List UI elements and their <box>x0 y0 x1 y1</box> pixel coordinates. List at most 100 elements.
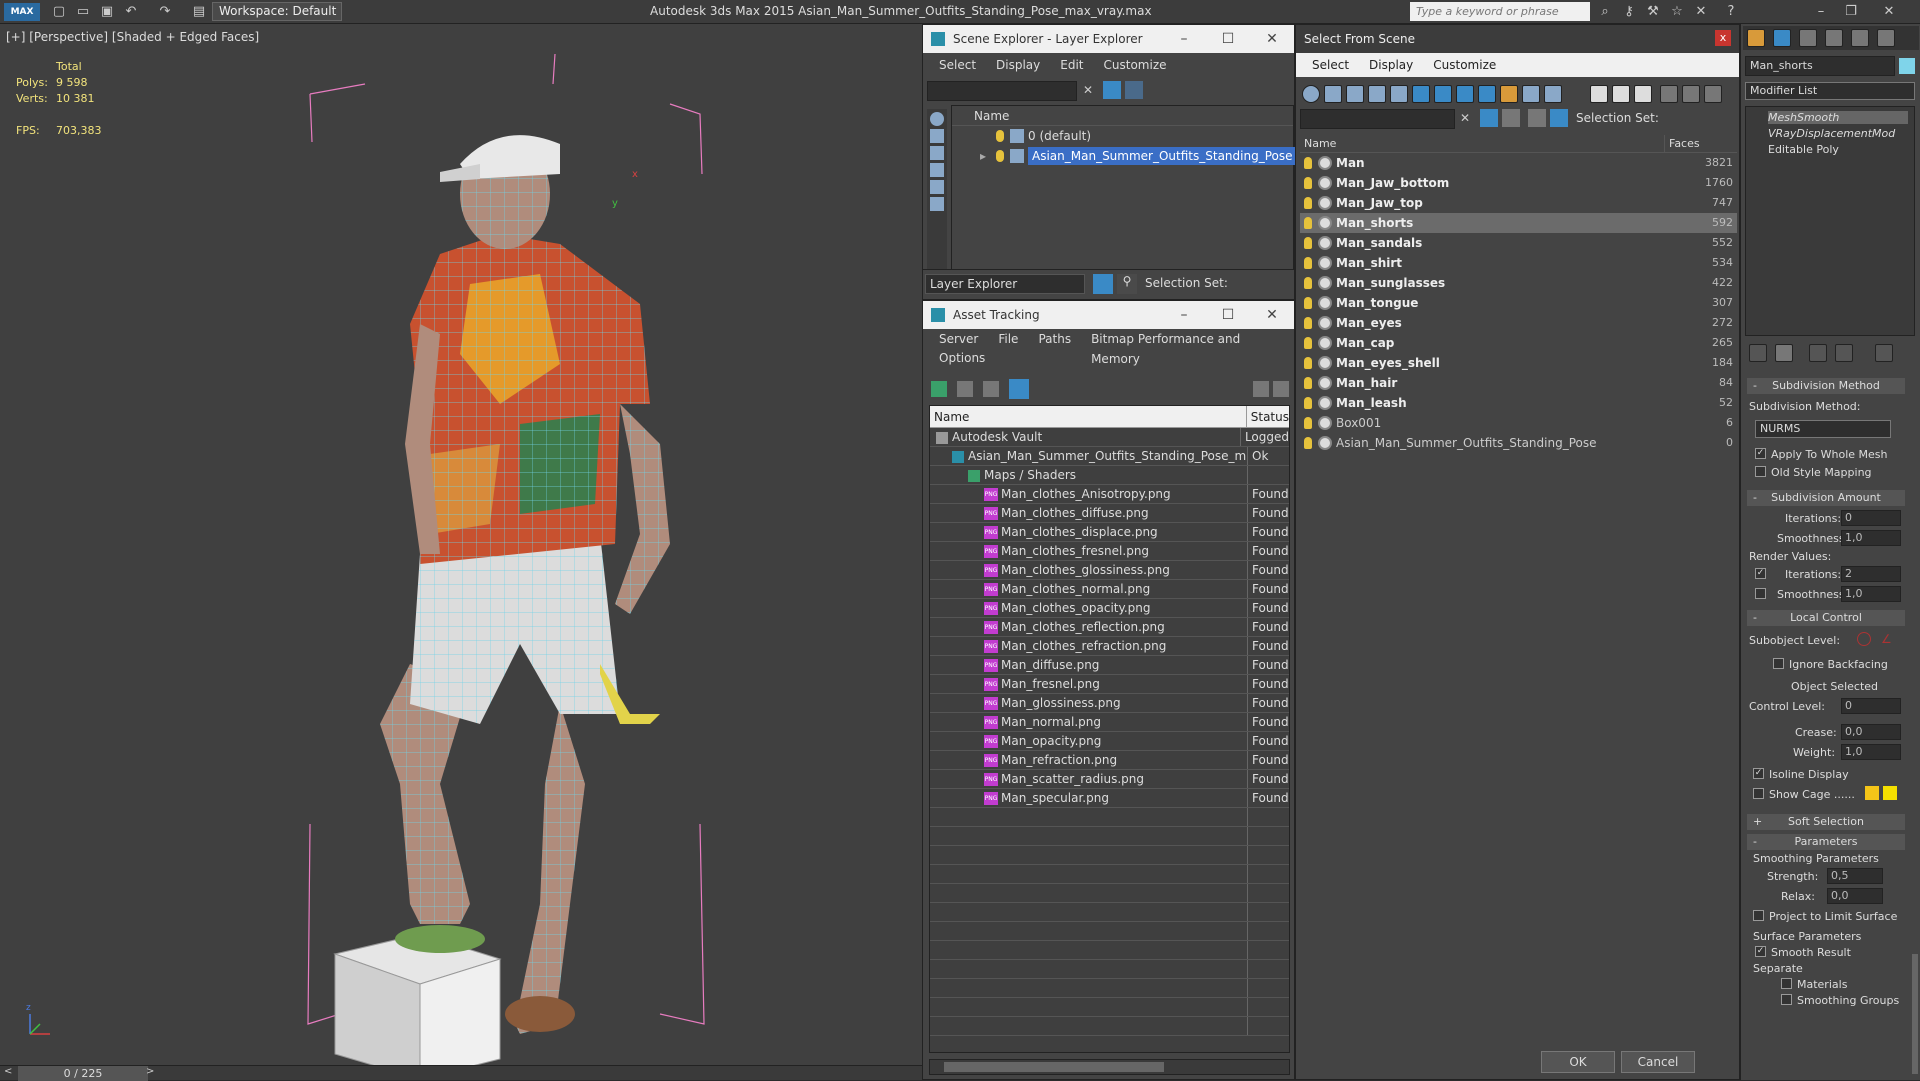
object-row[interactable]: Man_eyes 272 <box>1300 313 1737 333</box>
list-view-icon[interactable] <box>957 381 973 397</box>
display-xrefs-icon[interactable] <box>1456 85 1474 103</box>
undo-icon[interactable]: ↶ <box>122 3 140 21</box>
object-row[interactable]: Man_tongue 307 <box>1300 293 1737 313</box>
bulb-icon[interactable] <box>1304 277 1312 289</box>
display-spacewarps-icon[interactable] <box>1412 85 1430 103</box>
hierarchy-icon[interactable] <box>1682 85 1700 103</box>
menu-edit[interactable]: Edit <box>1050 53 1093 77</box>
render-iterations-checkbox[interactable]: ✓ <box>1755 568 1766 579</box>
stack-item-meshsmooth[interactable]: MeshSmooth <box>1768 111 1908 124</box>
help-icon[interactable] <box>1253 381 1269 397</box>
crease-spinner[interactable]: 0,0 <box>1841 724 1901 740</box>
minimize-icon[interactable]: – <box>1162 25 1206 53</box>
hierarchy-tab-icon[interactable] <box>1799 29 1817 47</box>
bulb-icon[interactable] <box>1304 257 1312 269</box>
smoothing-groups-checkbox[interactable] <box>1781 994 1792 1005</box>
clear-search-icon[interactable]: ✕ <box>1083 83 1093 97</box>
menu-select[interactable]: Select <box>1302 53 1359 77</box>
layers-icon[interactable] <box>1528 109 1546 127</box>
pin-stack-icon[interactable] <box>1749 344 1767 362</box>
menu-display[interactable]: Display <box>986 53 1050 77</box>
column-status[interactable]: Status <box>1247 406 1289 427</box>
asset-row[interactable]: PNG Man_clothes_normal.png Found <box>930 580 1289 599</box>
rollout-subdivision-amount[interactable]: - Subdivision Amount <box>1747 490 1905 506</box>
subdivision-method-dropdown[interactable]: NURMS <box>1755 420 1891 438</box>
menu-customize[interactable]: Customize <box>1094 53 1177 77</box>
refresh-icon[interactable] <box>931 381 947 397</box>
project-limit-checkbox[interactable] <box>1753 910 1764 921</box>
key-icon[interactable]: ⚷ <box>1620 3 1638 21</box>
object-row[interactable]: Box001 6 <box>1300 413 1737 433</box>
prev-frame-icon[interactable]: < <box>4 1066 12 1077</box>
bulb-icon[interactable] <box>1304 397 1312 409</box>
iterations-spinner[interactable]: 0 <box>1841 510 1901 526</box>
rollout-parameters[interactable]: - Parameters <box>1747 834 1905 850</box>
display-frozen-icon[interactable] <box>1522 85 1540 103</box>
bulb-icon[interactable] <box>1304 157 1312 169</box>
minimize-icon[interactable]: – <box>1812 3 1830 21</box>
object-row[interactable]: Man_sunglasses 422 <box>1300 273 1737 293</box>
new-file-icon[interactable]: ▢ <box>50 3 68 21</box>
object-row[interactable]: Man_hair 84 <box>1300 373 1737 393</box>
bulb-icon[interactable] <box>996 150 1004 162</box>
asset-row[interactable]: PNG Man_diffuse.png Found <box>930 656 1289 675</box>
display-helpers-icon[interactable] <box>1390 85 1408 103</box>
select-all-icon[interactable] <box>1590 85 1608 103</box>
asset-row[interactable]: PNG Man_specular.png Found <box>930 789 1289 808</box>
render-iterations-spinner[interactable]: 2 <box>1841 566 1901 582</box>
asset-row[interactable]: Maps / Shaders <box>930 466 1289 485</box>
edge-subobject-icon[interactable]: ∠ <box>1881 632 1895 646</box>
object-row[interactable]: Man_eyes_shell 184 <box>1300 353 1737 373</box>
layer-tool-icon[interactable] <box>1502 109 1520 127</box>
filter-icon[interactable] <box>1103 81 1121 99</box>
asset-row[interactable]: PNG Man_clothes_glossiness.png Found <box>930 561 1289 580</box>
ignore-backfacing-checkbox[interactable] <box>1773 658 1784 669</box>
save-icon[interactable]: ▣ <box>98 3 116 21</box>
asset-row[interactable]: PNG Man_glossiness.png Found <box>930 694 1289 713</box>
filter-active-icon[interactable] <box>1480 109 1498 127</box>
close-icon[interactable]: ✕ <box>1880 3 1898 21</box>
asset-row[interactable]: PNG Man_clothes_displace.png Found <box>930 523 1289 542</box>
tools-icon[interactable]: ⚒ <box>1644 3 1662 21</box>
stack-item-vraydisplacement[interactable]: VRayDisplacementMod <box>1768 127 1895 140</box>
render-smoothness-checkbox[interactable] <box>1755 588 1766 599</box>
app-logo[interactable]: MAX <box>4 3 40 21</box>
display-lights-icon[interactable] <box>930 163 944 177</box>
options-icon[interactable] <box>1704 85 1722 103</box>
close-icon[interactable]: x <box>1715 30 1731 46</box>
scrollbar-thumb[interactable] <box>944 1062 1164 1072</box>
asset-row[interactable]: PNG Man_clothes_opacity.png Found <box>930 599 1289 618</box>
timeline[interactable]: < 0 / 225 > <box>0 1065 922 1081</box>
select-invert-icon[interactable] <box>1634 85 1652 103</box>
scene-explorer-search-input[interactable] <box>927 81 1077 101</box>
settings-icon[interactable] <box>1273 381 1289 397</box>
rollout-subdivision-method[interactable]: - Subdivision Method <box>1747 378 1905 394</box>
cage-color-swatch-2[interactable] <box>1883 786 1897 800</box>
object-row[interactable]: Man_leash 52 <box>1300 393 1737 413</box>
layer-row-selected[interactable]: ▸ Asian_Man_Summer_Outfits_Standing_Pose <box>952 146 1297 166</box>
configure-sets-icon[interactable] <box>1875 344 1893 362</box>
display-shapes-icon[interactable] <box>930 146 944 160</box>
column-name[interactable]: Name <box>1300 135 1665 152</box>
star-icon[interactable]: ☆ <box>1668 3 1686 21</box>
bulb-icon[interactable] <box>1304 437 1312 449</box>
isoline-display-checkbox[interactable]: ✓ <box>1753 768 1764 779</box>
show-end-result-icon[interactable] <box>1775 344 1793 362</box>
bulb-icon[interactable] <box>1304 177 1312 189</box>
object-name-field[interactable]: Man_shorts <box>1745 56 1895 76</box>
remove-modifier-icon[interactable] <box>1835 344 1853 362</box>
bulb-icon[interactable] <box>1304 417 1312 429</box>
next-frame-icon[interactable]: > <box>146 1066 154 1077</box>
display-shapes-icon[interactable] <box>1324 85 1342 103</box>
cancel-button[interactable]: Cancel <box>1621 1051 1695 1073</box>
display-groups-icon[interactable] <box>1434 85 1452 103</box>
asset-row[interactable]: PNG Man_clothes_diffuse.png Found <box>930 504 1289 523</box>
asset-row[interactable]: PNG Man_fresnel.png Found <box>930 675 1289 694</box>
asset-row[interactable]: PNG Man_clothes_reflection.png Found <box>930 618 1289 637</box>
materials-checkbox[interactable] <box>1781 978 1792 989</box>
bulb-icon[interactable] <box>1304 337 1312 349</box>
asset-row[interactable]: Asian_Man_Summer_Outfits_Standing_Pose_m… <box>930 447 1289 466</box>
frame-counter[interactable]: 0 / 225 <box>18 1066 148 1081</box>
layer-row[interactable]: 0 (default) <box>952 126 1293 146</box>
display-helpers-icon[interactable] <box>930 197 944 211</box>
